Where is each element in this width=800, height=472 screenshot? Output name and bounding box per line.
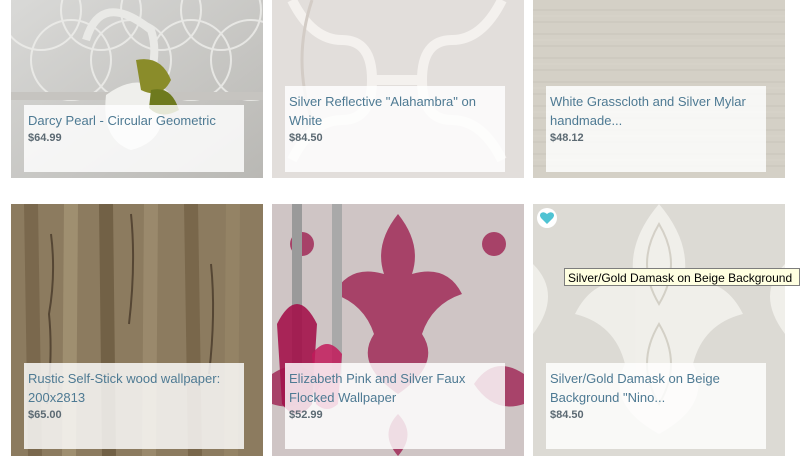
product-card[interactable]: Silver/Gold Damask on Beige Background "… (533, 204, 785, 456)
product-card[interactable]: White Grasscloth and Silver Mylar handma… (533, 0, 785, 178)
product-title[interactable]: Darcy Pearl - Circular Geometric (28, 111, 240, 130)
product-caption[interactable]: Darcy Pearl - Circular Geometric $64.99 (24, 105, 244, 172)
product-caption[interactable]: Elizabeth Pink and Silver Faux Flocked W… (285, 363, 505, 449)
product-card[interactable]: Darcy Pearl - Circular Geometric $64.99 (11, 0, 263, 178)
product-caption[interactable]: Silver/Gold Damask on Beige Background "… (546, 363, 766, 449)
product-price: $52.99 (289, 409, 323, 421)
favorite-button[interactable] (537, 208, 557, 228)
product-caption[interactable]: White Grasscloth and Silver Mylar handma… (546, 86, 766, 172)
product-title[interactable]: Silver Reflective "Alahambra" on White (289, 92, 501, 130)
tooltip: Silver/Gold Damask on Beige Background (564, 268, 800, 286)
product-title[interactable]: Elizabeth Pink and Silver Faux Flocked W… (289, 369, 501, 407)
product-price: $84.50 (289, 132, 323, 144)
product-caption[interactable]: Silver Reflective "Alahambra" on White $… (285, 86, 505, 172)
product-caption[interactable]: Rustic Self-Stick wood wallpaper: 200x28… (24, 363, 244, 449)
product-title[interactable]: Silver/Gold Damask on Beige Background "… (550, 369, 762, 407)
product-title[interactable]: Rustic Self-Stick wood wallpaper: 200x28… (28, 369, 240, 407)
product-card[interactable]: Silver Reflective "Alahambra" on White $… (272, 0, 524, 178)
product-card[interactable]: Rustic Self-Stick wood wallpaper: 200x28… (11, 204, 263, 456)
product-price: $84.50 (550, 409, 584, 421)
heart-icon (540, 212, 554, 224)
product-title[interactable]: White Grasscloth and Silver Mylar handma… (550, 92, 762, 130)
product-card[interactable]: Elizabeth Pink and Silver Faux Flocked W… (272, 204, 524, 456)
product-price: $65.00 (28, 409, 62, 421)
product-price: $48.12 (550, 132, 584, 144)
product-grid: Darcy Pearl - Circular Geometric $64.99 … (0, 0, 800, 472)
product-price: $64.99 (28, 132, 62, 144)
